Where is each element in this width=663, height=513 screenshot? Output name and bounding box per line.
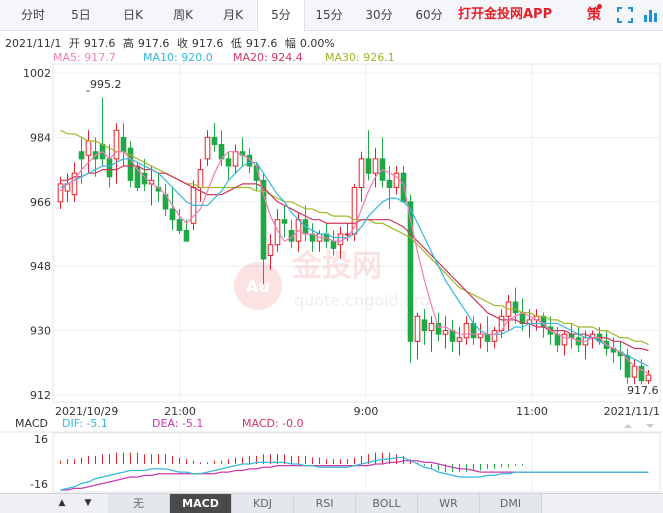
candle-body — [456, 337, 463, 342]
candle-body — [519, 312, 526, 324]
zoom-down-button[interactable]: ▼ — [78, 494, 98, 513]
candle-body — [267, 244, 274, 256]
candle-body — [197, 169, 204, 188]
dea-legend: DEA: -5.1 — [152, 417, 204, 430]
candle-body — [449, 330, 456, 342]
candle-body — [561, 333, 568, 346]
candle-body — [400, 172, 407, 203]
candle-body — [232, 151, 239, 167]
candle-body — [484, 333, 491, 342]
candle-body — [337, 233, 344, 246]
candle-body — [225, 158, 232, 167]
y-label-1002: 1002 — [23, 67, 51, 80]
indicator-tab-rsi[interactable]: RSI — [294, 494, 356, 513]
candle-body — [169, 208, 176, 221]
candle-body — [183, 229, 190, 242]
macd-collapse-icon[interactable] — [624, 424, 632, 428]
candle-body — [281, 219, 288, 224]
indicator-bar: ▲ ▼ 无 MACD KDJ RSI BOLL WR DMI — [0, 493, 663, 513]
watermark-brand: 金投网 — [291, 249, 382, 284]
indicator-tab-wr[interactable]: WR — [418, 494, 480, 513]
candle-body — [106, 158, 113, 178]
candle-body — [85, 140, 92, 156]
max-price-label: 995.2 — [90, 78, 122, 91]
candle-body — [463, 322, 470, 339]
indicator-tab-none[interactable]: 无 — [108, 494, 170, 513]
candle-body — [428, 322, 435, 332]
y-label-984: 984 — [30, 131, 51, 144]
candle-body — [554, 333, 561, 346]
zoom-up-button[interactable]: ▲ — [52, 494, 72, 513]
candle-body — [631, 365, 638, 378]
x-label-end: 2021/11/1 — [604, 405, 660, 418]
candle-body — [113, 129, 120, 160]
macd-y-label-top: 16 — [34, 433, 48, 446]
x-label-0900: 9:00 — [354, 405, 379, 418]
indicator-tab-kdj[interactable]: KDJ — [232, 494, 294, 513]
indicator-tab-macd[interactable]: MACD — [170, 494, 232, 513]
dif-legend: DIF: -5.1 — [62, 417, 108, 430]
candle-body — [365, 158, 372, 174]
y-axis-labels: 1002 984 966 948 930 912 — [23, 67, 51, 402]
candle-body — [78, 151, 85, 160]
candle-body — [645, 374, 652, 382]
indicator-tab-dmi[interactable]: DMI — [480, 494, 542, 513]
y-label-930: 930 — [30, 325, 51, 338]
candles — [57, 97, 652, 385]
y-label-948: 948 — [30, 260, 51, 273]
candle-body — [358, 158, 365, 188]
candle-body — [442, 330, 449, 335]
candle-body — [386, 179, 393, 188]
macd-expand-icon[interactable] — [646, 424, 654, 428]
candle-body — [211, 136, 218, 146]
candle-body — [204, 136, 211, 160]
candle-body — [176, 219, 183, 231]
candle-body — [127, 147, 134, 181]
candle-body — [120, 136, 127, 153]
indicator-tab-boll[interactable]: BOLL — [356, 494, 418, 513]
candle-body — [414, 315, 421, 342]
watermark-logo-text: Au — [246, 277, 270, 296]
macd-title: MACD — [15, 417, 48, 430]
macd-legend: MACD: -0.0 — [242, 417, 304, 430]
candle-body — [512, 301, 519, 314]
macd-y-label-bottom: -16 — [30, 478, 48, 491]
candle-body — [435, 322, 442, 335]
candle-body — [372, 158, 379, 174]
candle-body — [407, 201, 414, 342]
candle-body — [421, 319, 428, 332]
y-label-966: 966 — [30, 196, 51, 209]
x-label-1100: 11:00 — [516, 405, 548, 418]
y-label-912: 912 — [30, 389, 51, 402]
last-price-label: 917.6 — [627, 384, 659, 397]
candle-body — [491, 330, 498, 342]
candle-body — [330, 240, 337, 249]
